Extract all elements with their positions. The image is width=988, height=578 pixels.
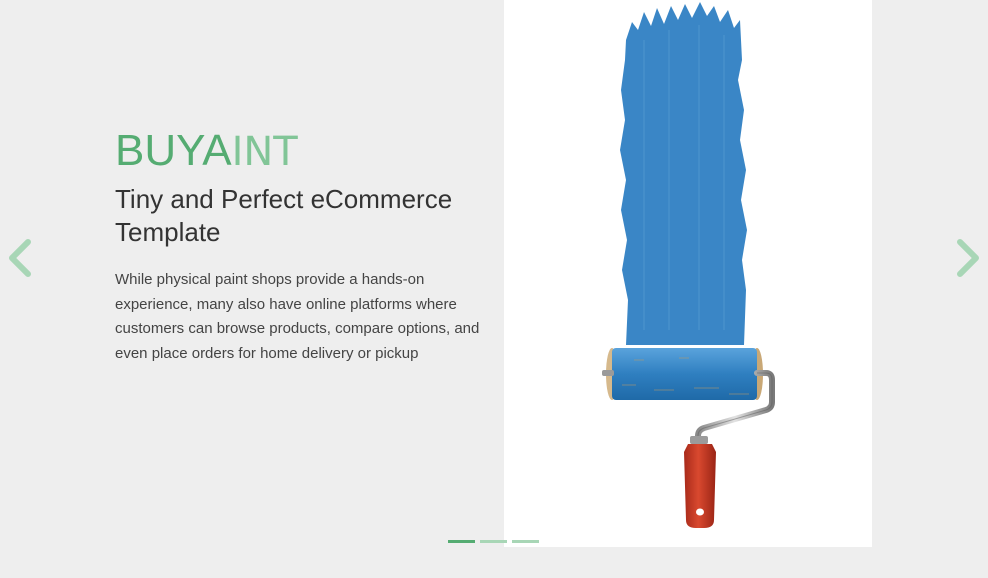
slide-description: While physical paint shops provide a han… <box>115 271 480 362</box>
chevron-left-icon <box>9 239 31 277</box>
next-slide-button[interactable] <box>952 236 986 280</box>
pagination-dot-3[interactable] <box>512 540 539 543</box>
slide-pagination <box>448 540 539 543</box>
prev-slide-button[interactable] <box>2 236 36 280</box>
brand-title-strong: BUYA <box>115 126 232 175</box>
hero-slider: BUYAINT Tiny and Perfect eCommerce Templ… <box>0 0 988 578</box>
brand-title: BUYAINT <box>115 126 298 177</box>
chevron-right-icon <box>957 239 979 277</box>
brand-title-light: INT <box>231 129 298 175</box>
slide-image <box>504 0 872 547</box>
pagination-dot-1[interactable] <box>448 540 475 543</box>
paint-roller-icon <box>602 2 775 528</box>
pagination-dot-2[interactable] <box>480 540 507 543</box>
slide-subtitle: Tiny and Perfect eCommerce Template <box>115 184 453 247</box>
